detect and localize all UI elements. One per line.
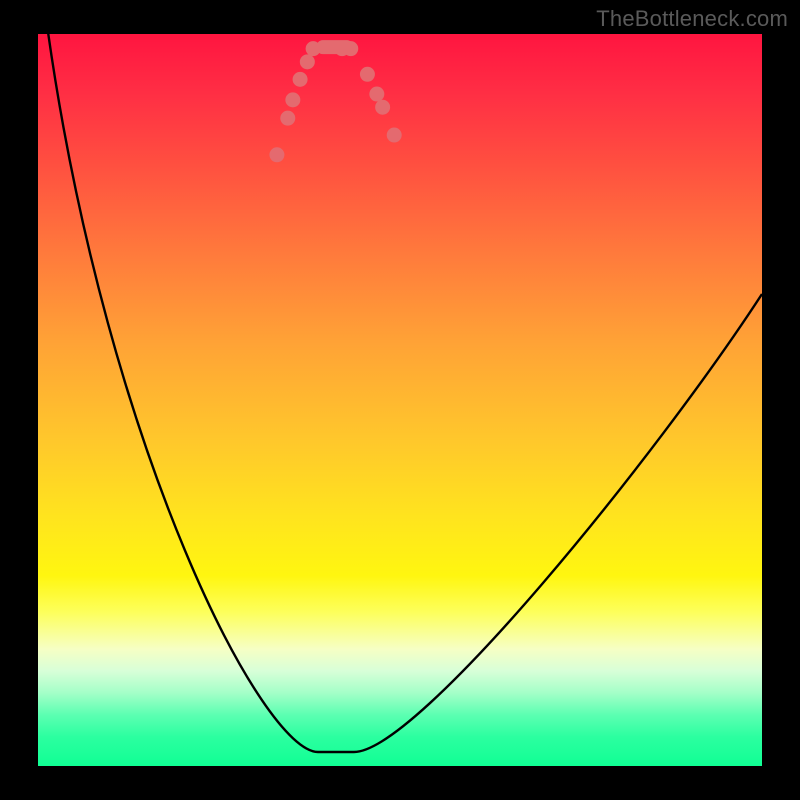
- data-markers: [269, 41, 401, 162]
- data-marker: [285, 92, 300, 107]
- data-marker: [360, 67, 375, 82]
- data-marker: [369, 87, 384, 102]
- curve-svg: [38, 34, 762, 766]
- watermark-label: TheBottleneck.com: [596, 6, 788, 32]
- data-marker: [293, 72, 308, 87]
- data-marker: [375, 100, 390, 115]
- data-marker: [280, 111, 295, 126]
- plot-area: [38, 34, 762, 766]
- chart-container: TheBottleneck.com: [0, 0, 800, 800]
- bottleneck-curve: [48, 32, 762, 752]
- data-marker: [300, 54, 315, 69]
- data-marker: [269, 147, 284, 162]
- data-marker: [387, 128, 402, 143]
- flat-segment-marker: [317, 40, 353, 54]
